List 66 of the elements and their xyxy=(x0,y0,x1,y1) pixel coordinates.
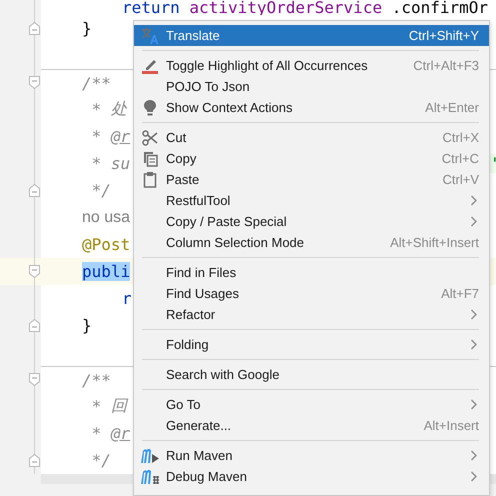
code-text: * xyxy=(92,424,102,443)
menu-item[interactable]: Toggle Highlight of All Occurrences Ctrl+Alt+F3 xyxy=(134,55,489,76)
code-text: */ xyxy=(92,181,111,200)
copy-icon xyxy=(142,150,158,166)
menu-item[interactable]: Search with Google xyxy=(134,364,489,385)
shortcut-hint: Alt+F7 xyxy=(441,286,480,301)
shortcut-hint: Ctrl+Alt+F3 xyxy=(413,58,480,73)
menu-item[interactable]: Run Maven xyxy=(134,445,489,466)
clipboard-icon xyxy=(143,171,157,188)
shortcut-hint: Alt+Enter xyxy=(425,100,480,115)
shortcut-hint: Ctrl+C xyxy=(442,151,480,166)
fold-marker-icon[interactable] xyxy=(29,184,40,197)
menu-item[interactable]: Find Usages Alt+F7 xyxy=(134,283,489,304)
shortcut-hint: Ctrl+V xyxy=(442,172,480,187)
fold-marker-icon[interactable] xyxy=(29,76,40,89)
code-text: } xyxy=(82,316,92,335)
shortcut-hint: Ctrl+X xyxy=(442,130,480,145)
menu-item[interactable]: POJO To Json xyxy=(134,76,489,97)
fold-marker-icon[interactable] xyxy=(29,373,40,386)
code-text: .confirmOr xyxy=(392,0,488,15)
code-text: */ xyxy=(92,451,111,470)
shortcut-hint: Alt+Shift+Insert xyxy=(390,235,480,250)
code-text: * xyxy=(92,127,102,146)
menu-item[interactable]: Folding xyxy=(134,334,489,355)
code-text: publi xyxy=(82,262,130,281)
code-text: * xyxy=(92,397,102,416)
menu-item[interactable]: RestfulTool xyxy=(134,190,489,211)
code-text: @r xyxy=(110,127,130,146)
menu-item[interactable]: Generate... Alt+Insert xyxy=(134,415,489,436)
run-icon xyxy=(140,448,160,464)
debug-icon xyxy=(140,468,160,484)
menu-item[interactable]: Copy Ctrl+C xyxy=(134,148,489,169)
menu-item[interactable]: Paste Ctrl+V xyxy=(134,169,489,190)
fold-marker-icon[interactable] xyxy=(29,265,40,278)
code-text: @r xyxy=(110,424,130,443)
menu-item[interactable]: Debug Maven xyxy=(134,466,489,487)
code-text: } xyxy=(82,19,92,38)
menu-item[interactable]: Go To xyxy=(134,394,489,415)
translate-icon xyxy=(141,26,159,44)
code-text: r xyxy=(122,289,132,308)
scissors-icon xyxy=(142,130,158,146)
menu-item[interactable]: Show Context Actions Alt+Enter xyxy=(134,97,489,118)
code-text: activityOrderService xyxy=(189,0,382,15)
menu-item[interactable]: Translate Ctrl+Shift+Y xyxy=(134,25,489,46)
fold-marker-icon[interactable] xyxy=(29,454,40,467)
code-text: /** xyxy=(82,74,111,92)
menu-item[interactable]: Column Selection Mode Alt+Shift+Insert xyxy=(134,232,489,253)
menu-item[interactable]: Copy / Paste Special xyxy=(134,211,489,232)
code-text: 处 xyxy=(110,99,127,120)
usage-hint: no usa xyxy=(82,208,130,226)
menu-item[interactable]: Refactor xyxy=(134,304,489,325)
code-text: return xyxy=(122,0,180,15)
menu-item[interactable]: Cut Ctrl+X xyxy=(134,127,489,148)
code-text: ' xyxy=(490,154,496,173)
shortcut-hint: Ctrl+Shift+Y xyxy=(408,28,480,43)
code-text: 回 xyxy=(110,396,127,417)
fold-marker-icon[interactable] xyxy=(29,22,40,35)
code-text: su xyxy=(110,154,130,173)
code-text: * xyxy=(92,100,102,119)
code-text: /** xyxy=(82,370,111,390)
fold-marker-icon[interactable] xyxy=(29,319,40,332)
shortcut-hint: Alt+Insert xyxy=(424,418,480,433)
menu-item[interactable]: Find in Files xyxy=(134,262,489,283)
lightbulb-icon xyxy=(143,98,157,116)
code-text: * xyxy=(92,154,102,173)
code-text: @Post xyxy=(82,235,130,254)
